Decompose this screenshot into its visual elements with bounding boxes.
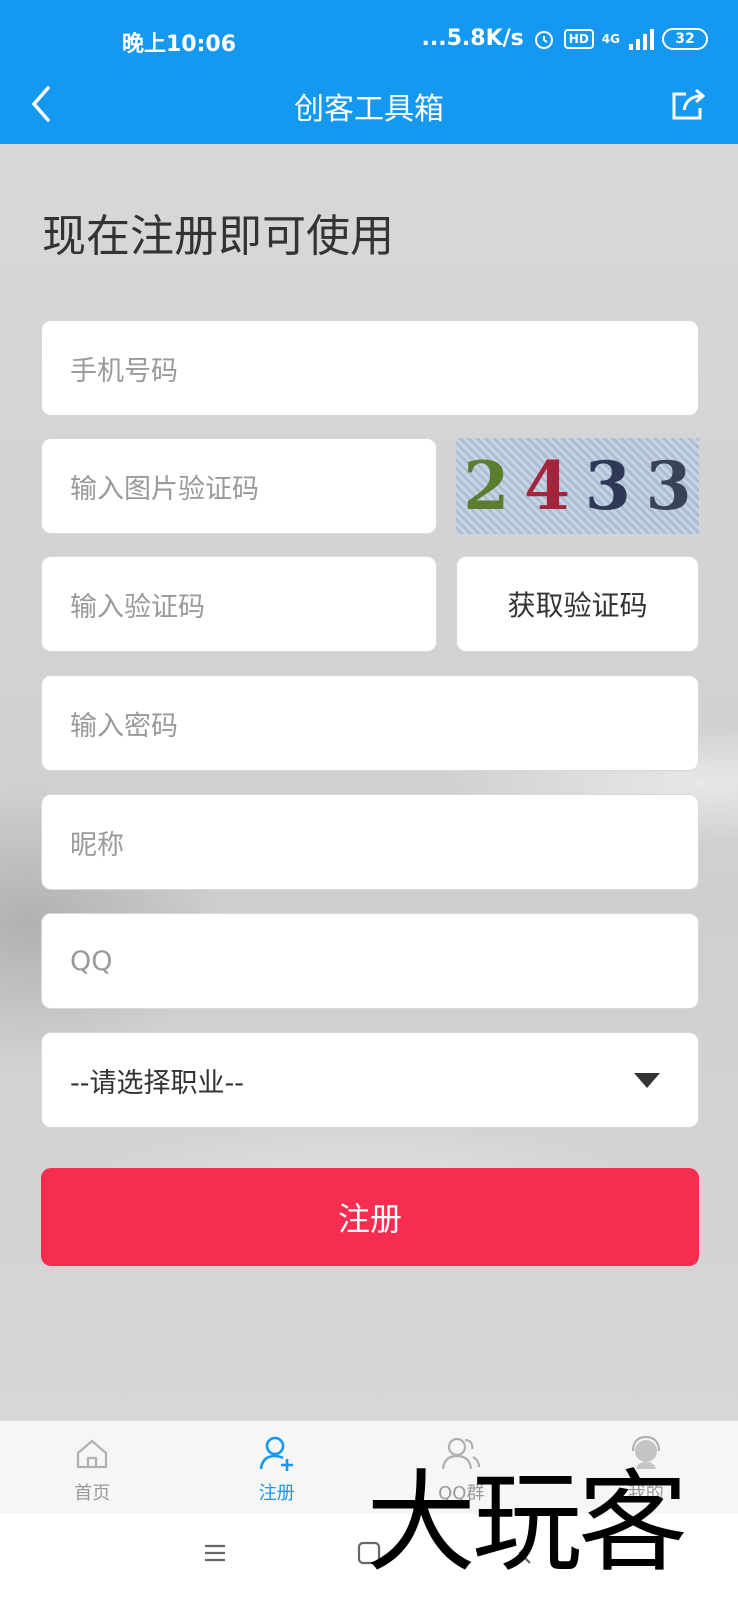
captcha-digit: 4 [524,447,571,525]
watermark-text: 大玩客 [366,1459,688,1587]
occupation-select-value: --请选择职业-- [70,1067,244,1099]
captcha-digit: 3 [645,447,692,525]
app-header: 晚上10:06 ...5.8K/s HD 4G 32 创客工具箱 [0,0,738,144]
alarm-icon [534,30,553,49]
tab-label: 注册 [258,1483,295,1504]
battery-indicator: 32 [662,27,708,50]
share-icon[interactable] [668,84,708,124]
captcha-digit: 2 [463,447,510,525]
captcha-input[interactable]: 输入图片验证码 [41,438,437,534]
add-user-icon [259,1436,293,1471]
home-icon [77,1439,108,1469]
captcha-image[interactable]: 2 4 3 3 [456,438,699,534]
status-time: 晚上10:06 [122,32,237,57]
tab-label: 首页 [74,1483,111,1504]
signal-icon [629,28,654,50]
status-indicators: ...5.8K/s HD 4G 32 [422,26,708,51]
hd-badge: HD [563,28,594,49]
caret-down-icon [634,1072,660,1088]
captcha-digit: 3 [584,447,631,525]
qq-input[interactable]: QQ [41,913,699,1009]
network-speed: ...5.8K/s [421,26,524,51]
network-type: 4G [601,31,620,46]
tab-home[interactable]: 首页 [0,1421,185,1514]
password-input[interactable]: 输入密码 [41,675,699,771]
verification-code-input[interactable]: 输入验证码 [41,556,437,652]
register-button[interactable]: 注册 [41,1168,699,1266]
phone-input[interactable]: 手机号码 [41,320,699,416]
tab-register[interactable]: 注册 [185,1421,370,1514]
menu-icon[interactable] [202,1540,228,1566]
get-code-button[interactable]: 获取验证码 [456,556,699,652]
form-heading: 现在注册即可使用 [42,211,394,262]
page-title: 创客工具箱 [294,92,444,127]
nickname-input[interactable]: 昵称 [41,794,699,890]
occupation-select[interactable]: --请选择职业-- [41,1032,699,1128]
